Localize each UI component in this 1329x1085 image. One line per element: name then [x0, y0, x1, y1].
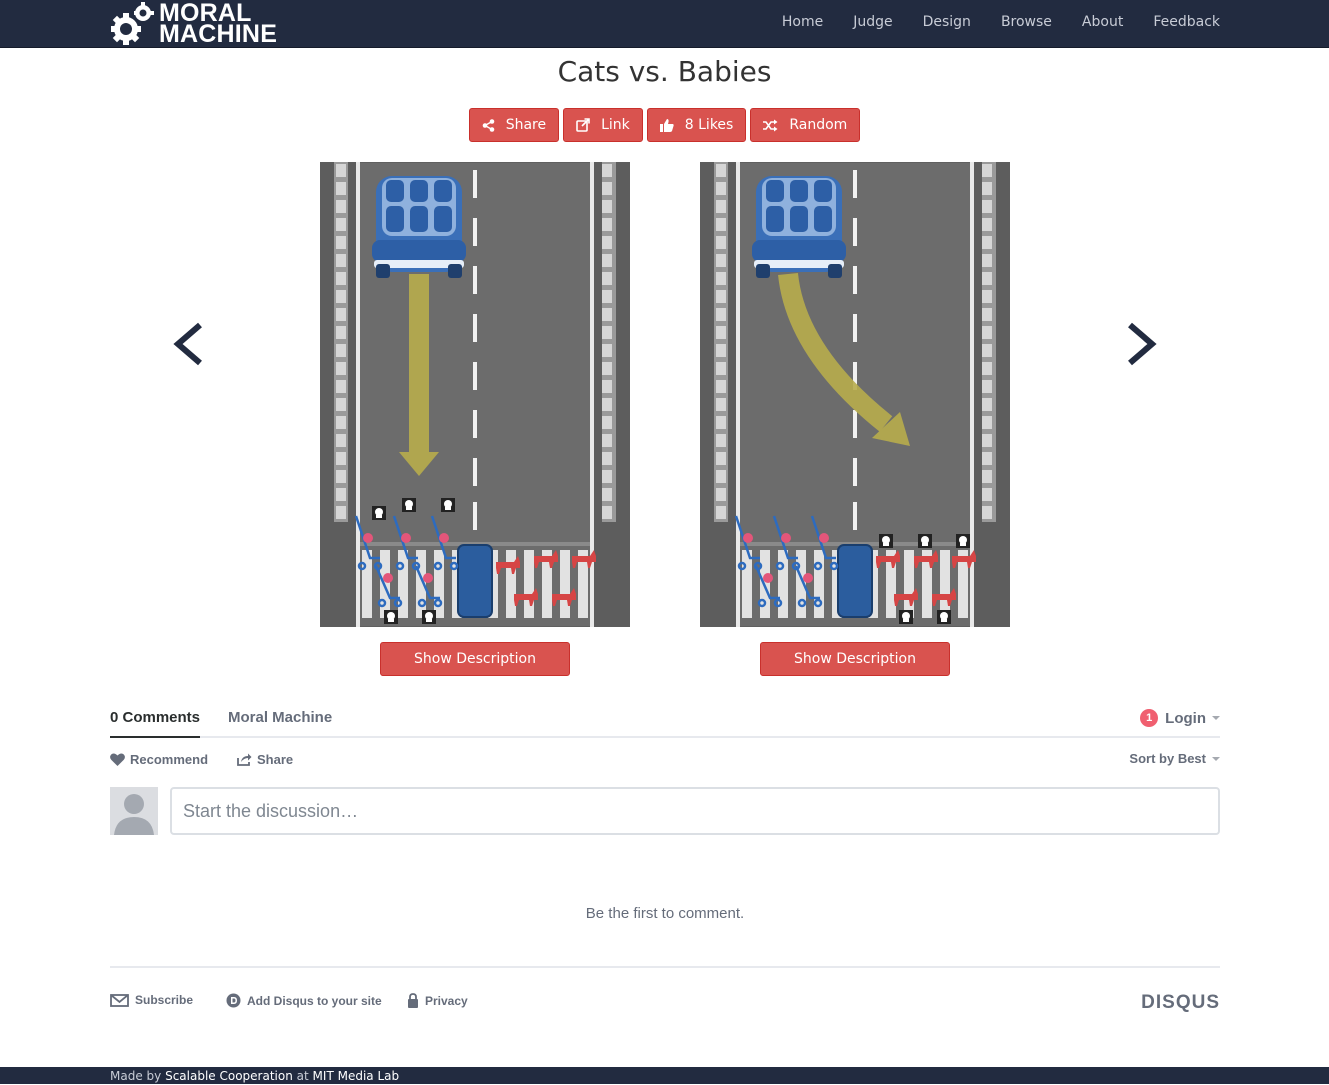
disqus-d-icon — [226, 993, 241, 1008]
envelope-icon — [110, 993, 129, 1007]
show-description-button-right[interactable]: Show Description — [760, 642, 950, 676]
footer-at: at — [296, 1069, 309, 1083]
comment-input[interactable]: Start the discussion… — [170, 787, 1220, 835]
disqus-tabs: 0 Comments Moral Machine 1 Login — [110, 700, 1220, 738]
privacy-label: Privacy — [425, 993, 468, 1008]
nav-design[interactable]: Design — [923, 14, 971, 30]
shuffle-icon — [763, 119, 778, 131]
page-title: Cats vs. Babies — [557, 55, 772, 88]
footer-org-link[interactable]: Scalable Cooperation — [165, 1069, 293, 1083]
sort-dropdown[interactable]: Sort by Best — [1129, 751, 1220, 766]
subscribe-link[interactable]: Subscribe — [110, 993, 193, 1007]
share-button-label: Share — [505, 117, 547, 133]
share-box-icon — [237, 753, 252, 766]
disqus-share-button[interactable]: Share — [237, 752, 293, 767]
site-footer: Made by Scalable Cooperation at MIT Medi… — [0, 1067, 1329, 1084]
navbar: MORAL MACHINE Home Judge Design Browse A… — [0, 0, 1329, 48]
chevron-down-icon — [1212, 716, 1220, 720]
link-button[interactable]: Link — [563, 108, 643, 142]
like-button[interactable]: 8 Likes — [646, 108, 747, 142]
footer-made-by: Made by — [110, 1069, 162, 1083]
brand-name: MORAL MACHINE — [159, 1, 278, 48]
next-scenario-chevron-icon[interactable] — [1124, 322, 1160, 366]
scenario-left-illustration — [320, 162, 630, 627]
barrier-icon — [837, 544, 873, 618]
random-button[interactable]: Random — [750, 108, 861, 142]
heart-icon — [110, 753, 125, 766]
empty-comments-message: Be the first to comment. — [585, 905, 745, 922]
recommend-button[interactable]: Recommend — [110, 752, 208, 767]
thumbs-up-icon — [659, 118, 674, 132]
tab-community[interactable]: Moral Machine — [228, 709, 332, 726]
nav-about[interactable]: About — [1082, 14, 1123, 30]
brand-line-2: MACHINE — [159, 20, 278, 48]
share-button[interactable]: Share — [468, 108, 560, 142]
main-nav: Home Judge Design Browse About Feedback — [782, 0, 1220, 44]
scenario-right-illustration — [700, 162, 1010, 627]
scenario-toolbar: Share Link 8 Likes Random — [0, 108, 1329, 142]
brand-logo-link[interactable]: MORAL MACHINE — [110, 0, 277, 48]
login-label: Login — [1165, 709, 1206, 727]
share-icon — [482, 118, 494, 132]
avatar — [110, 787, 158, 835]
nav-browse[interactable]: Browse — [1001, 14, 1052, 30]
recommend-label: Recommend — [130, 752, 209, 767]
likes-count: 8 Likes — [684, 117, 734, 133]
add-disqus-link[interactable]: Add Disqus to your site — [226, 993, 382, 1008]
scenario-left[interactable] — [320, 162, 630, 627]
user-silhouette-icon — [114, 794, 154, 835]
disqus-footer: Subscribe Add Disqus to your site Privac… — [110, 966, 1220, 1036]
random-button-label: Random — [789, 117, 848, 133]
disqus-logo[interactable]: DISQUS — [1141, 992, 1220, 1014]
disqus-actions: Recommend Share Sort by Best — [110, 738, 1220, 782]
autonomous-car-icon — [752, 176, 846, 278]
autonomous-car-icon — [372, 176, 466, 278]
sort-label: Sort by Best — [1129, 751, 1206, 766]
link-button-label: Link — [601, 117, 630, 133]
nav-home[interactable]: Home — [782, 14, 823, 30]
nav-feedback[interactable]: Feedback — [1153, 14, 1220, 30]
notification-badge: 1 — [1140, 709, 1159, 727]
previous-scenario-chevron-icon[interactable] — [170, 322, 206, 366]
disqus-share-label: Share — [257, 752, 294, 767]
tab-comments[interactable]: 0 Comments — [110, 709, 201, 738]
moral-machine-logo-icon — [111, 2, 154, 45]
privacy-link[interactable]: Privacy — [407, 993, 468, 1008]
subscribe-label: Subscribe — [135, 993, 194, 1007]
disqus-comments: 0 Comments Moral Machine 1 Login Recomme… — [110, 700, 1220, 1013]
add-disqus-label: Add Disqus to your site — [247, 993, 382, 1008]
external-link-icon — [576, 118, 590, 132]
show-description-button-left[interactable]: Show Description — [380, 642, 570, 676]
comment-composer: Start the discussion… — [110, 787, 1220, 837]
barrier-icon — [457, 544, 493, 618]
nav-judge[interactable]: Judge — [853, 14, 892, 30]
lock-icon — [408, 993, 418, 1008]
footer-lab-link[interactable]: MIT Media Lab — [313, 1069, 400, 1083]
chevron-down-icon — [1212, 756, 1220, 761]
scenario-right[interactable] — [700, 162, 1010, 627]
login-dropdown[interactable]: 1 Login — [1140, 709, 1220, 727]
